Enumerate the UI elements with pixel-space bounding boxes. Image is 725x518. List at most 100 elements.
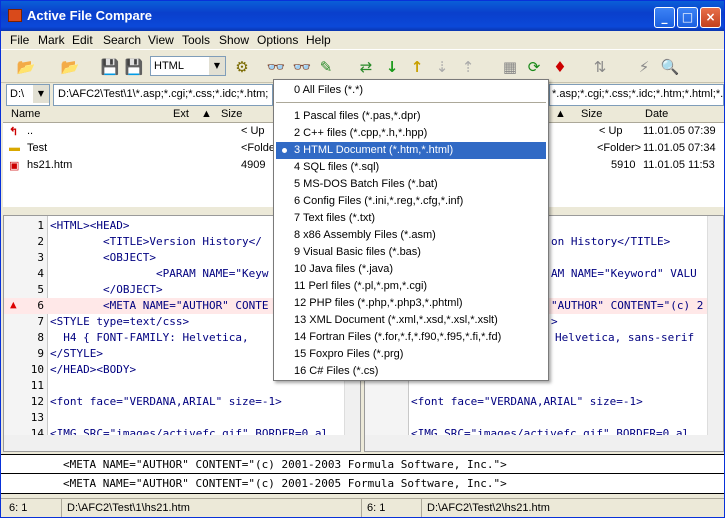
sync-icon[interactable]: ⇄ [355, 56, 377, 78]
up-arrow-icon: ↰ [9, 126, 19, 138]
folder-icon: ▬ [9, 142, 20, 154]
menu-edit[interactable]: Edit [72, 33, 93, 47]
drive-select[interactable]: D:\ ▼ [6, 84, 50, 106]
left-cursor-position: 6: 1 [9, 502, 28, 514]
save-icon[interactable]: 💾 [99, 56, 121, 78]
file-size: 4909 [241, 159, 266, 171]
file-size: <Folder> [597, 142, 642, 154]
list-item[interactable]: <Folder> 11.01.05 07:34 [549, 140, 724, 157]
file-size: < Up [599, 125, 623, 137]
radio-dot-icon [282, 148, 287, 153]
menu-show[interactable]: Show [219, 33, 249, 47]
menu-item[interactable]: 6 Config Files (*.ini,*.reg,*.cfg,*.inf) [276, 193, 546, 210]
binoculars-icon[interactable]: 👓 [265, 56, 287, 78]
right-horizontal-scrollbar[interactable] [365, 435, 723, 451]
chevron-down-icon[interactable]: ▼ [33, 85, 49, 103]
close-button[interactable]: × [700, 7, 721, 28]
menu-search[interactable]: Search [103, 33, 141, 47]
code-line: <font face="VERDANA,ARIAL" size=-1> [411, 395, 643, 408]
menu-tools[interactable]: Tools [182, 33, 210, 47]
left-file-path: D:\AFC2\Test\1\hs21.htm [67, 502, 190, 514]
window-title: Active File Compare [27, 8, 152, 23]
menu-view[interactable]: View [148, 33, 174, 47]
menu-item[interactable]: 7 Text files (*.txt) [276, 210, 546, 227]
maximize-button[interactable]: □ [677, 7, 698, 28]
compare-icon[interactable]: ▦ [499, 56, 521, 78]
open-folder-right-icon[interactable]: 📂 [59, 56, 81, 78]
filter-icon[interactable]: ♦ [549, 56, 571, 78]
menu-separator [276, 102, 546, 103]
menu-options[interactable]: Options [257, 33, 298, 47]
right-path-input[interactable]: *.asp;*.cgi;*.css;*.idc;*.htm;*.html;*.s… [549, 84, 724, 106]
sort-up-icon: ▲ [555, 108, 566, 120]
code-line: 12 <font face="VERDANA,ARIAL" size=-1> [30, 395, 282, 408]
menu-item-selected[interactable]: 3 HTML Document (*.htm,*.html) [276, 142, 546, 159]
menu-mark[interactable]: Mark [38, 33, 65, 47]
menu-item[interactable]: 1 Pascal files (*.pas,*.dpr) [276, 108, 546, 125]
binoculars-next-icon[interactable]: 👓 [291, 56, 313, 78]
lightning-icon[interactable]: ⚡ [633, 56, 655, 78]
code-line: 13 [30, 411, 44, 424]
compare-line-left: <META NAME="AUTHOR" CONTENT="(c) 2001-20… [1, 454, 724, 474]
refresh-icon[interactable]: ⟳ [523, 56, 545, 78]
app-icon [8, 9, 22, 22]
col-name[interactable]: Name [11, 108, 40, 120]
list-item[interactable]: ▬ Test <Folder> [3, 140, 285, 157]
minimize-button[interactable]: _ [654, 7, 675, 28]
compare-line-right: <META NAME="AUTHOR" CONTENT="(c) 2001-20… [1, 474, 724, 494]
pencil-icon[interactable]: ✎ [315, 56, 337, 78]
right-cursor-position: 6: 1 [367, 502, 386, 514]
menu-file[interactable]: File [10, 33, 29, 47]
file-name: Test [27, 142, 48, 154]
menu-item[interactable]: 11 Perl files (*.pl,*.pm,*.cgi) [276, 278, 546, 295]
menu-help[interactable]: Help [306, 33, 331, 47]
menu-item[interactable]: 8 x86 Assembly Files (*.asm) [276, 227, 546, 244]
menu-item[interactable]: 14 Fortran Files (*.for,*.f,*.f90,*.f95,… [276, 329, 546, 346]
open-folder-icon[interactable]: 📂 [15, 56, 37, 78]
chevron-down-icon[interactable]: ▼ [209, 57, 225, 75]
copy-right-icon[interactable]: ⇡ [457, 56, 479, 78]
title-bar[interactable]: Active File Compare _ □ × [1, 1, 724, 31]
col-size[interactable]: Size [581, 108, 602, 120]
menu-item[interactable]: 5 MS-DOS Batch Files (*.bat) [276, 176, 546, 193]
prev-diff-icon[interactable]: ↑ [406, 56, 428, 78]
list-item[interactable]: ▣ hs21.htm 4909 [3, 157, 273, 174]
left-horizontal-scrollbar[interactable] [4, 435, 360, 451]
menu-item[interactable]: 15 Foxpro Files (*.prg) [276, 346, 546, 363]
list-item[interactable]: < Up 11.01.05 07:39 [549, 123, 724, 140]
col-ext[interactable]: Ext [173, 108, 189, 120]
syntax-select[interactable]: HTML ▼ [150, 56, 226, 76]
folder-settings-icon[interactable]: ⚙ [231, 56, 253, 78]
list-item[interactable]: ↰ .. < Up [3, 123, 273, 140]
list-item[interactable]: 5910 11.01.05 11:53 [549, 157, 724, 174]
right-vertical-scrollbar[interactable] [707, 216, 723, 436]
file-size: 5910 [611, 159, 636, 171]
copy-left-icon[interactable]: ⇣ [431, 56, 453, 78]
menu-item[interactable]: 10 Java files (*.java) [276, 261, 546, 278]
col-size[interactable]: Size [221, 108, 242, 120]
sort-icon[interactable]: ⇅ [589, 56, 611, 78]
menu-bar: File Mark Edit Search View Tools Show Op… [1, 31, 724, 50]
menu-item[interactable]: 2 C++ files (*.cpp,*.h,*.hpp) [276, 125, 546, 142]
menu-item[interactable]: 13 XML Document (*.xml,*.xsd,*.xsl,*.xsl… [276, 312, 546, 329]
file-name: hs21.htm [27, 159, 73, 171]
right-file-path: D:\AFC2\Test\2\hs21.htm [427, 502, 550, 514]
left-path-input[interactable]: D:\AFC2\Test\1\*.asp;*.cgi;*.css;*.idc;*… [53, 84, 273, 106]
menu-item[interactable]: 4 SQL files (*.sql) [276, 159, 546, 176]
file-filter-menu: 0 All Files (*.*) 1 Pascal files (*.pas,… [273, 79, 549, 381]
app-window: Active File Compare _ □ × File Mark Edit… [0, 0, 725, 518]
sort-up-icon: ▲ [201, 108, 212, 120]
status-bar: 6: 1 D:\AFC2\Test\1\hs21.htm 6: 1 D:\AFC… [1, 498, 724, 517]
file-date: 11.01.05 07:34 [643, 142, 716, 154]
menu-item[interactable]: 12 PHP files (*.php,*.php3,*.phtml) [276, 295, 546, 312]
left-file-list: ↰ .. < Up ▬ Test <Folder> ▣ hs21.htm 490… [3, 123, 285, 207]
menu-item[interactable]: 16 C# Files (*.cs) [276, 363, 546, 380]
file-date: 11.01.05 11:53 [643, 159, 715, 171]
menu-item[interactable]: 9 Visual Basic files (*.bas) [276, 244, 546, 261]
file-date: 11.01.05 07:39 [643, 125, 716, 137]
menu-item-all-files[interactable]: 0 All Files (*.*) [276, 82, 546, 99]
save-right-icon[interactable]: 💾 [123, 56, 145, 78]
zoom-icon[interactable]: 🔍 [659, 56, 681, 78]
next-diff-icon[interactable]: ↓ [381, 56, 403, 78]
col-date[interactable]: Date [645, 108, 668, 120]
